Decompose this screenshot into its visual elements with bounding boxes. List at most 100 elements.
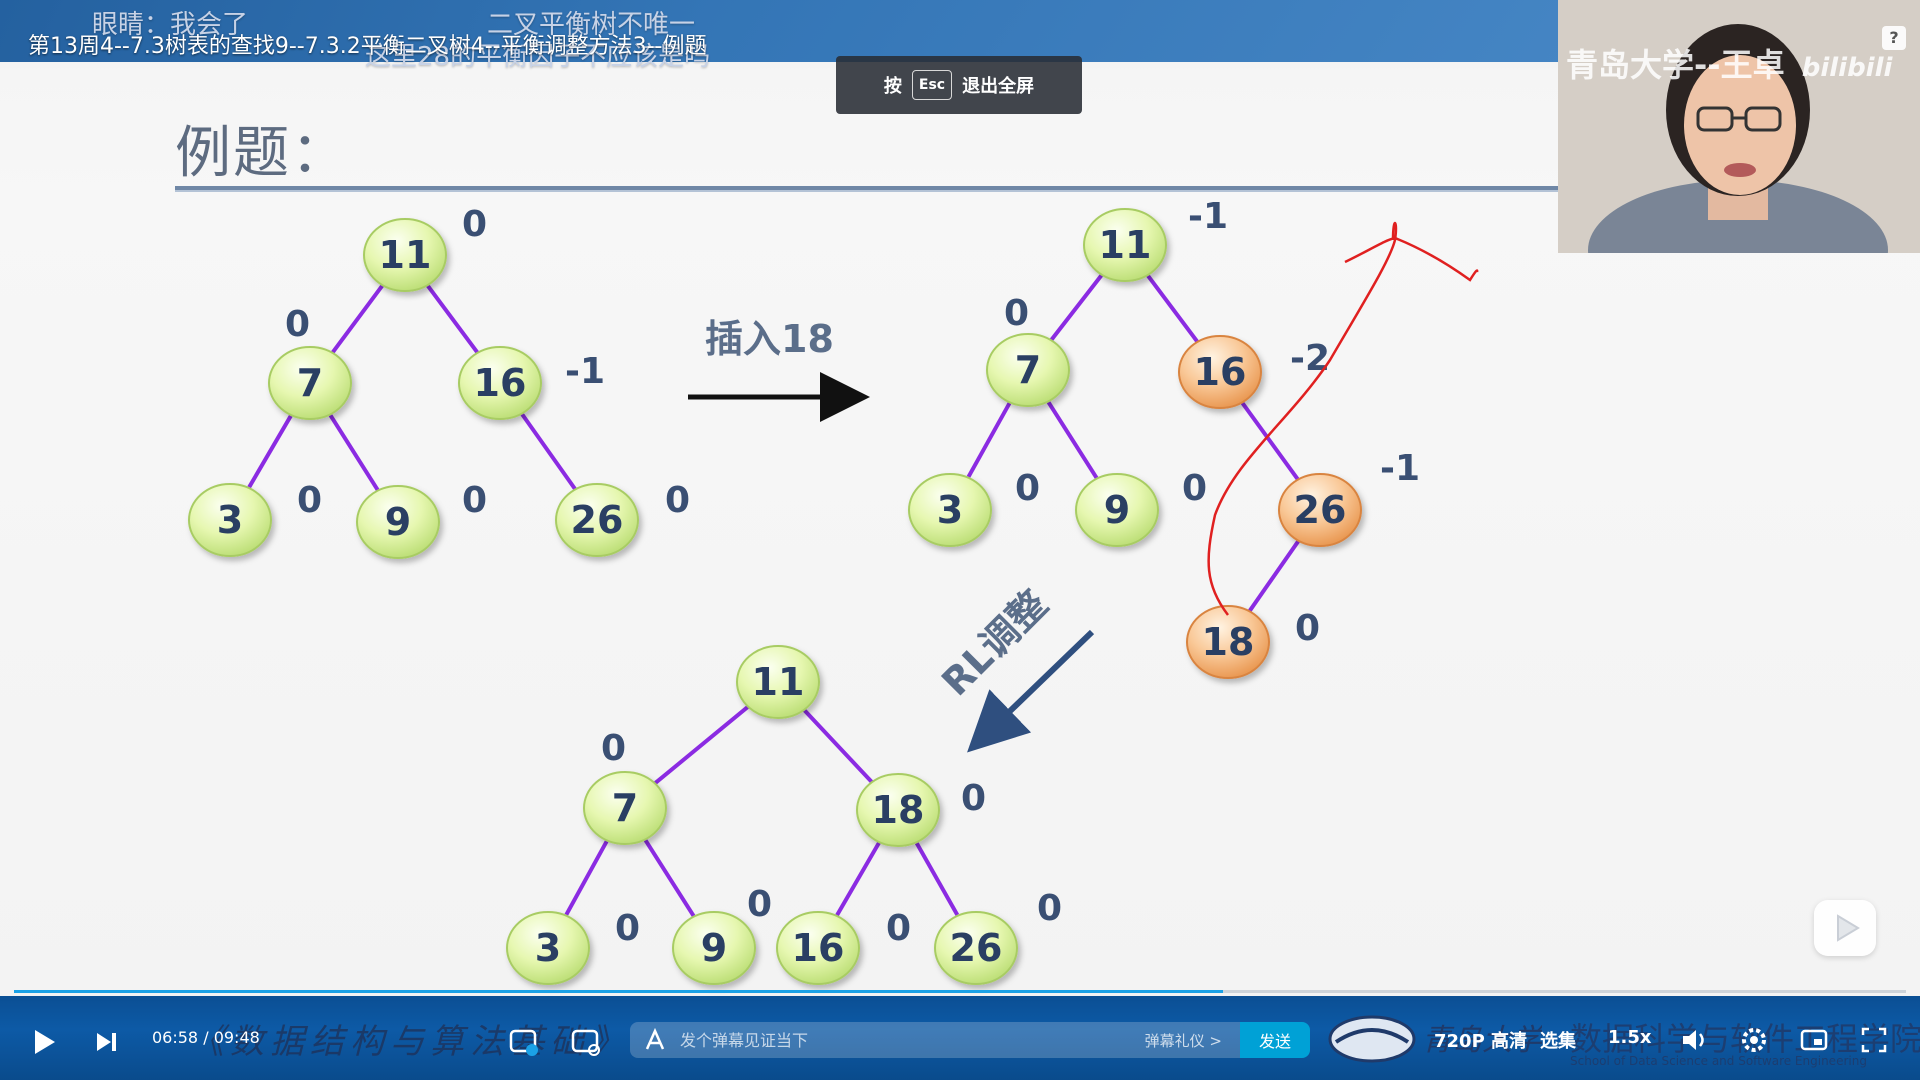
- tree-node-key: 9: [1104, 488, 1130, 532]
- balance-factor: 0: [747, 884, 772, 925]
- tree-node: 18: [1186, 605, 1270, 679]
- fullscreen-button[interactable]: [1856, 1022, 1892, 1058]
- balance-factor: -1: [565, 351, 605, 392]
- tree-node: 7: [268, 346, 352, 420]
- danmaku-icon: [509, 1029, 538, 1056]
- send-button[interactable]: 发送: [1240, 1022, 1310, 1058]
- tree-node-key: 7: [1015, 348, 1041, 392]
- play-icon: [35, 1030, 55, 1054]
- tree-node: 7: [583, 771, 667, 845]
- tree-node-key: 16: [1194, 350, 1247, 394]
- play-button[interactable]: [26, 1024, 62, 1060]
- tree-node: 9: [1075, 473, 1159, 547]
- tree-node: 7: [986, 333, 1070, 407]
- tree-node: 16: [776, 911, 860, 985]
- fullscreen-icon: [1861, 1027, 1887, 1053]
- tree-node-key: 16: [792, 926, 845, 970]
- tree-node-key: 18: [1202, 620, 1255, 664]
- tree-node: 3: [188, 483, 272, 557]
- balance-factor: 0: [297, 480, 322, 521]
- balance-factor: 0: [886, 908, 911, 949]
- insert-label: 插入18: [705, 317, 834, 361]
- progress-fill: [14, 990, 1223, 993]
- current-time: 06:58: [152, 1028, 199, 1047]
- tree-edge: [564, 840, 609, 916]
- tree-node-key: 18: [872, 788, 925, 832]
- tree-node: 16: [1178, 335, 1262, 409]
- play-icon: [1837, 914, 1860, 942]
- tree-edge: [328, 414, 380, 491]
- time-display: 06:58 / 09:48: [152, 1028, 260, 1047]
- balance-factor: 0: [1295, 608, 1320, 649]
- balance-factor: 0: [601, 728, 626, 769]
- tree-edge: [331, 284, 384, 354]
- gear-icon: [1742, 1028, 1766, 1052]
- tree-edge: [1049, 273, 1104, 342]
- tree-edge: [1240, 401, 1300, 481]
- danmaku-settings-icon: [571, 1029, 600, 1056]
- tree-node: 26: [1278, 473, 1362, 547]
- esc-hint-suffix: 退出全屏: [962, 76, 1035, 97]
- balance-factor: 0: [1182, 468, 1207, 509]
- help-button[interactable]: ?: [1882, 26, 1906, 50]
- tree-node-key: 11: [752, 660, 805, 704]
- red-annotation-curve: [1207, 221, 1398, 616]
- danmaku-input[interactable]: [678, 1029, 1142, 1051]
- speed-button[interactable]: 1.5x: [1608, 1027, 1652, 1048]
- volume-button[interactable]: [1676, 1022, 1712, 1058]
- red-annotation-arrowhead: [1344, 236, 1479, 282]
- balance-factor: -1: [1380, 448, 1420, 489]
- tree-node: 26: [934, 911, 1018, 985]
- tree-node: 3: [506, 911, 590, 985]
- tree-edge: [1046, 400, 1099, 480]
- video-title: 第13周4--7.3树表的查找9--7.3.2平衡二叉树4--平衡调整方法3--…: [28, 34, 707, 59]
- settings-button[interactable]: [1736, 1022, 1772, 1058]
- tree-node: 26: [555, 483, 639, 557]
- tree-node-key: 7: [297, 361, 323, 405]
- web-fullscreen-icon: [1800, 1029, 1828, 1051]
- web-fullscreen-button[interactable]: [1796, 1022, 1832, 1058]
- next-button[interactable]: [90, 1026, 122, 1058]
- tree-node-key: 26: [571, 498, 624, 542]
- next-icon: [97, 1033, 116, 1051]
- danmaku-input-box: 弹幕礼仪 >: [630, 1022, 1240, 1058]
- tree-edge: [247, 414, 293, 489]
- tree-edge: [835, 841, 881, 917]
- tree-edge: [643, 838, 696, 918]
- balance-factor: 0: [961, 778, 986, 819]
- balance-factor: 0: [1015, 468, 1040, 509]
- tree-edge: [802, 708, 874, 784]
- danmaku-etiquette-link[interactable]: 弹幕礼仪 >: [1145, 1030, 1222, 1051]
- tree-node: 3: [908, 473, 992, 547]
- tree-node-key: 11: [379, 233, 432, 277]
- tree-node: 9: [672, 911, 756, 985]
- tree-edge: [426, 284, 479, 354]
- tree-node-key: 3: [937, 488, 963, 532]
- danmaku-settings-button[interactable]: [568, 1024, 604, 1060]
- tree-node-key: 7: [612, 786, 638, 830]
- quality-button[interactable]: 720P 高清: [1434, 1027, 1527, 1053]
- esc-key: Esc: [911, 70, 953, 100]
- tree-node-key: 9: [701, 926, 727, 970]
- tree-node: 9: [356, 485, 440, 559]
- tree-node-key: 16: [474, 361, 527, 405]
- tree-edge: [1146, 274, 1199, 343]
- text-style-icon[interactable]: [642, 1027, 668, 1053]
- episodes-button[interactable]: 选集: [1540, 1027, 1576, 1053]
- bilibili-logo: bilibili: [1801, 53, 1893, 83]
- esc-hint-prefix: 按: [883, 76, 902, 97]
- tree-edge: [520, 412, 577, 491]
- tree-node: 16: [458, 346, 542, 420]
- progress-bar[interactable]: [14, 990, 1906, 993]
- tree-node-key: 3: [217, 498, 243, 542]
- balance-factors: 0 0 -1 0 0 0 -1 0 -2 0 0 -1 0 0 0 0 0 0 0: [285, 196, 1420, 949]
- total-time: 09:48: [213, 1028, 260, 1047]
- danmaku-toggle-button[interactable]: [506, 1024, 542, 1060]
- floating-play-button[interactable]: [1814, 900, 1876, 956]
- tree-edge: [1248, 540, 1300, 612]
- tree-node: 18: [856, 773, 940, 847]
- balance-factor: 0: [462, 480, 487, 521]
- balance-factor: 0: [615, 908, 640, 949]
- tree-edge: [653, 704, 750, 786]
- tree-node: 11: [363, 218, 447, 292]
